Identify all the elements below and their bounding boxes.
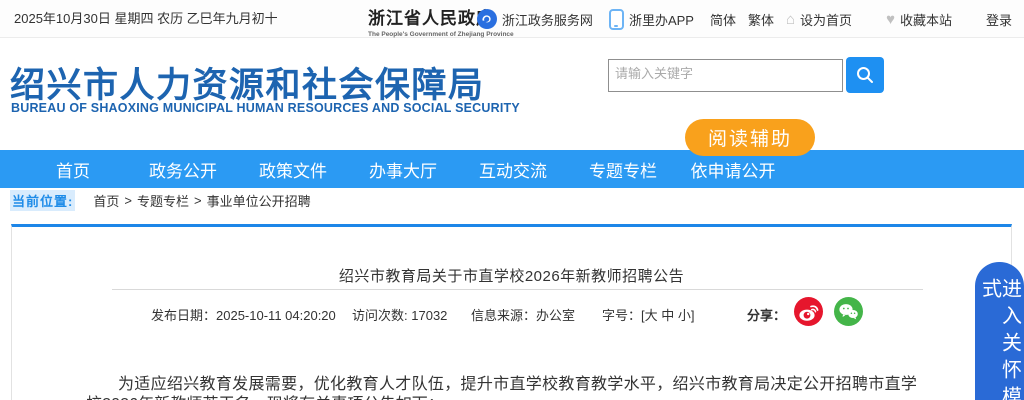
topbar-links: 浙江政务服务网 浙里办APP 简体 繁体 ⌂ 设为首页 ♥ 收藏本站 登录 <box>476 0 1012 38</box>
simplified-label: 简体 <box>709 12 736 28</box>
article-meta-row: 发布日期：2025-10-11 04:20:20 访问次数: 17032 信息来… <box>12 297 1011 331</box>
top-utility-bar: 2025年10月30日 星期四 农历 乙巳年九月初十 浙江省人民政府 The P… <box>0 0 1024 38</box>
font-size-switcher[interactable]: 字号：[大 中 小] <box>602 305 694 324</box>
article-body-paragraph: 为适应绍兴教育发展需要，优化教育人才队伍，提升市直学校教育教学水平，绍兴市教育局… <box>86 376 917 400</box>
nav-item-info-request[interactable]: 依申请公开 <box>678 157 788 182</box>
favorite-site-label: 收藏本站 <box>899 12 952 28</box>
visit-count: 访问次数: 17032 <box>352 308 448 323</box>
care-mode-label: 进入关怀模式 <box>978 278 1021 400</box>
zheliban-app-link[interactable]: 浙里办APP <box>608 8 694 30</box>
breadcrumb-label: 当前位置: <box>10 189 76 211</box>
breadcrumb-recruitment[interactable]: 事业单位公开招聘 <box>207 191 311 210</box>
nav-item-service-hall[interactable]: 办事大厅 <box>348 157 458 182</box>
weibo-icon <box>799 305 819 321</box>
nav-item-interaction[interactable]: 互动交流 <box>458 157 568 182</box>
login-link[interactable]: 登录 <box>986 10 1012 29</box>
traditional-chinese-toggle[interactable]: 繁体 <box>748 10 774 29</box>
zhejiang-service-icon <box>476 9 497 29</box>
share-wechat-button[interactable] <box>834 297 863 326</box>
article-card: 绍兴市教育局关于市直学校2026年新教师招聘公告 发布日期：2025-10-11… <box>11 224 1012 400</box>
zheliban-app-label: 浙里办APP <box>628 12 694 28</box>
nav-item-special-topics[interactable]: 专题专栏 <box>568 157 678 182</box>
publish-date: 发布日期：2025-10-11 04:20:20 <box>151 308 336 323</box>
current-date: 2025年10月30日 星期四 农历 乙巳年九月初十 <box>14 11 278 26</box>
search-icon <box>854 64 876 86</box>
main-nav: 首页 政务公开 政策文件 办事大厅 互动交流 专题专栏 依申请公开 <box>0 150 1024 188</box>
care-mode-banner[interactable]: 进入关怀模式 <box>975 262 1024 400</box>
page: 2025年10月30日 星期四 农历 乙巳年九月初十 浙江省人民政府 The P… <box>0 0 1024 400</box>
traditional-label: 繁体 <box>747 12 774 28</box>
favorite-site-link[interactable]: ♥ 收藏本站 <box>886 10 952 29</box>
mobile-app-icon <box>608 8 624 30</box>
nav-item-gov-info[interactable]: 政务公开 <box>128 157 238 182</box>
search-input[interactable] <box>608 59 843 92</box>
home-icon: ⌂ <box>785 10 796 28</box>
simplified-chinese-toggle[interactable]: 简体 <box>710 10 736 29</box>
service-site-label: 浙江政务服务网 <box>501 12 593 28</box>
breadcrumb-topics[interactable]: 专题专栏 <box>137 191 189 210</box>
wechat-icon <box>839 304 858 320</box>
set-homepage-link[interactable]: ⌂ 设为首页 <box>786 10 852 29</box>
service-site-link[interactable]: 浙江政务服务网 <box>476 9 593 29</box>
search-button[interactable] <box>846 57 884 93</box>
site-title-en: BUREAU OF SHAOXING MUNICIPAL HUMAN RESOU… <box>11 101 520 115</box>
breadcrumb: 当前位置: 首页 > 专题专栏 > 事业单位公开招聘 <box>0 188 1024 212</box>
reading-assist-button[interactable]: 阅读辅助 <box>685 119 815 156</box>
nav-item-home[interactable]: 首页 <box>18 157 128 182</box>
heart-icon: ♥ <box>886 10 895 28</box>
breadcrumb-separator: > <box>193 192 202 208</box>
breadcrumb-separator: > <box>124 192 132 208</box>
article-title: 绍兴市教育局关于市直学校2026年新教师招聘公告 <box>338 268 685 285</box>
set-homepage-label: 设为首页 <box>800 12 853 28</box>
masthead: 绍兴市人力资源和社会保障局 BUREAU OF SHAOXING MUNICIP… <box>0 39 1024 156</box>
share-label: 分享： <box>747 308 787 323</box>
login-label: 登录 <box>985 12 1012 28</box>
info-source: 信息来源：办公室 <box>471 308 576 323</box>
breadcrumb-home[interactable]: 首页 <box>93 191 119 210</box>
title-divider <box>112 289 923 290</box>
share-weibo-button[interactable] <box>794 297 823 326</box>
nav-item-policy-docs[interactable]: 政策文件 <box>238 157 348 182</box>
